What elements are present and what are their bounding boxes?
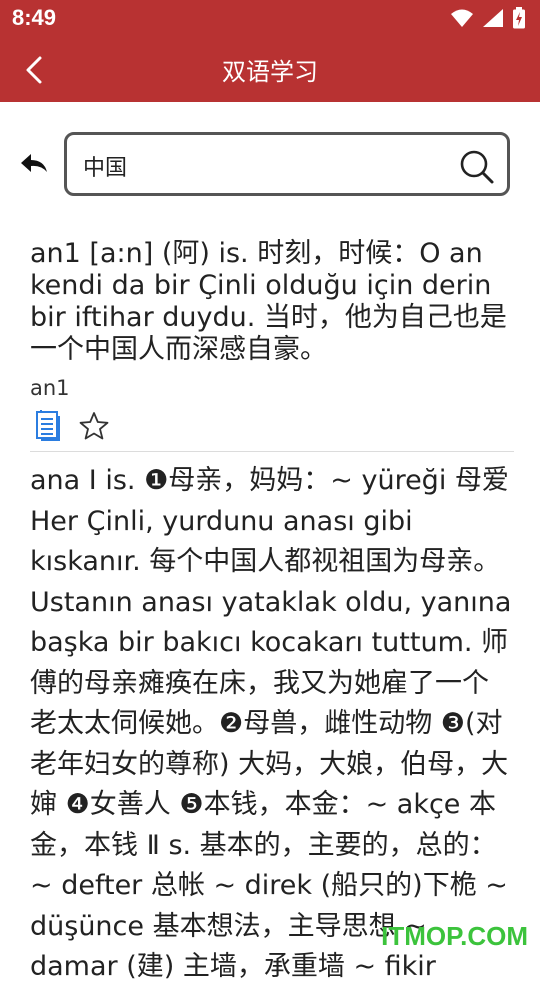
signal-icon: [483, 9, 503, 27]
status-bar: 8:49: [0, 0, 540, 36]
star-icon[interactable]: [78, 410, 110, 442]
entry-actions: [34, 410, 110, 442]
battery-icon: [513, 7, 525, 29]
entry-divider: [30, 451, 514, 452]
watermark: ITMOP.COM: [381, 921, 528, 951]
reply-arrow-icon: [21, 154, 47, 172]
wifi-icon: [451, 9, 473, 27]
entry-headword: an1: [30, 376, 70, 400]
search-icon[interactable]: [459, 149, 495, 185]
undo-button[interactable]: [16, 146, 52, 182]
entry-definition: ana Ⅰ is. ❶母亲，妈妈：~ yüreği 母爱 Her Çinli, …: [30, 465, 512, 982]
entry-definition: an1 [a:n] (阿) is. 时刻，时候：O an kendi da bi…: [30, 238, 507, 365]
status-icons: [450, 6, 526, 30]
document-icon[interactable]: [34, 410, 62, 442]
search-row: [0, 132, 540, 200]
search-input[interactable]: [81, 145, 445, 187]
status-time: 8:49: [12, 5, 57, 30]
app-bar: 双语学习: [0, 36, 540, 102]
search-box: [64, 132, 510, 196]
page-title: 双语学习: [222, 58, 318, 86]
